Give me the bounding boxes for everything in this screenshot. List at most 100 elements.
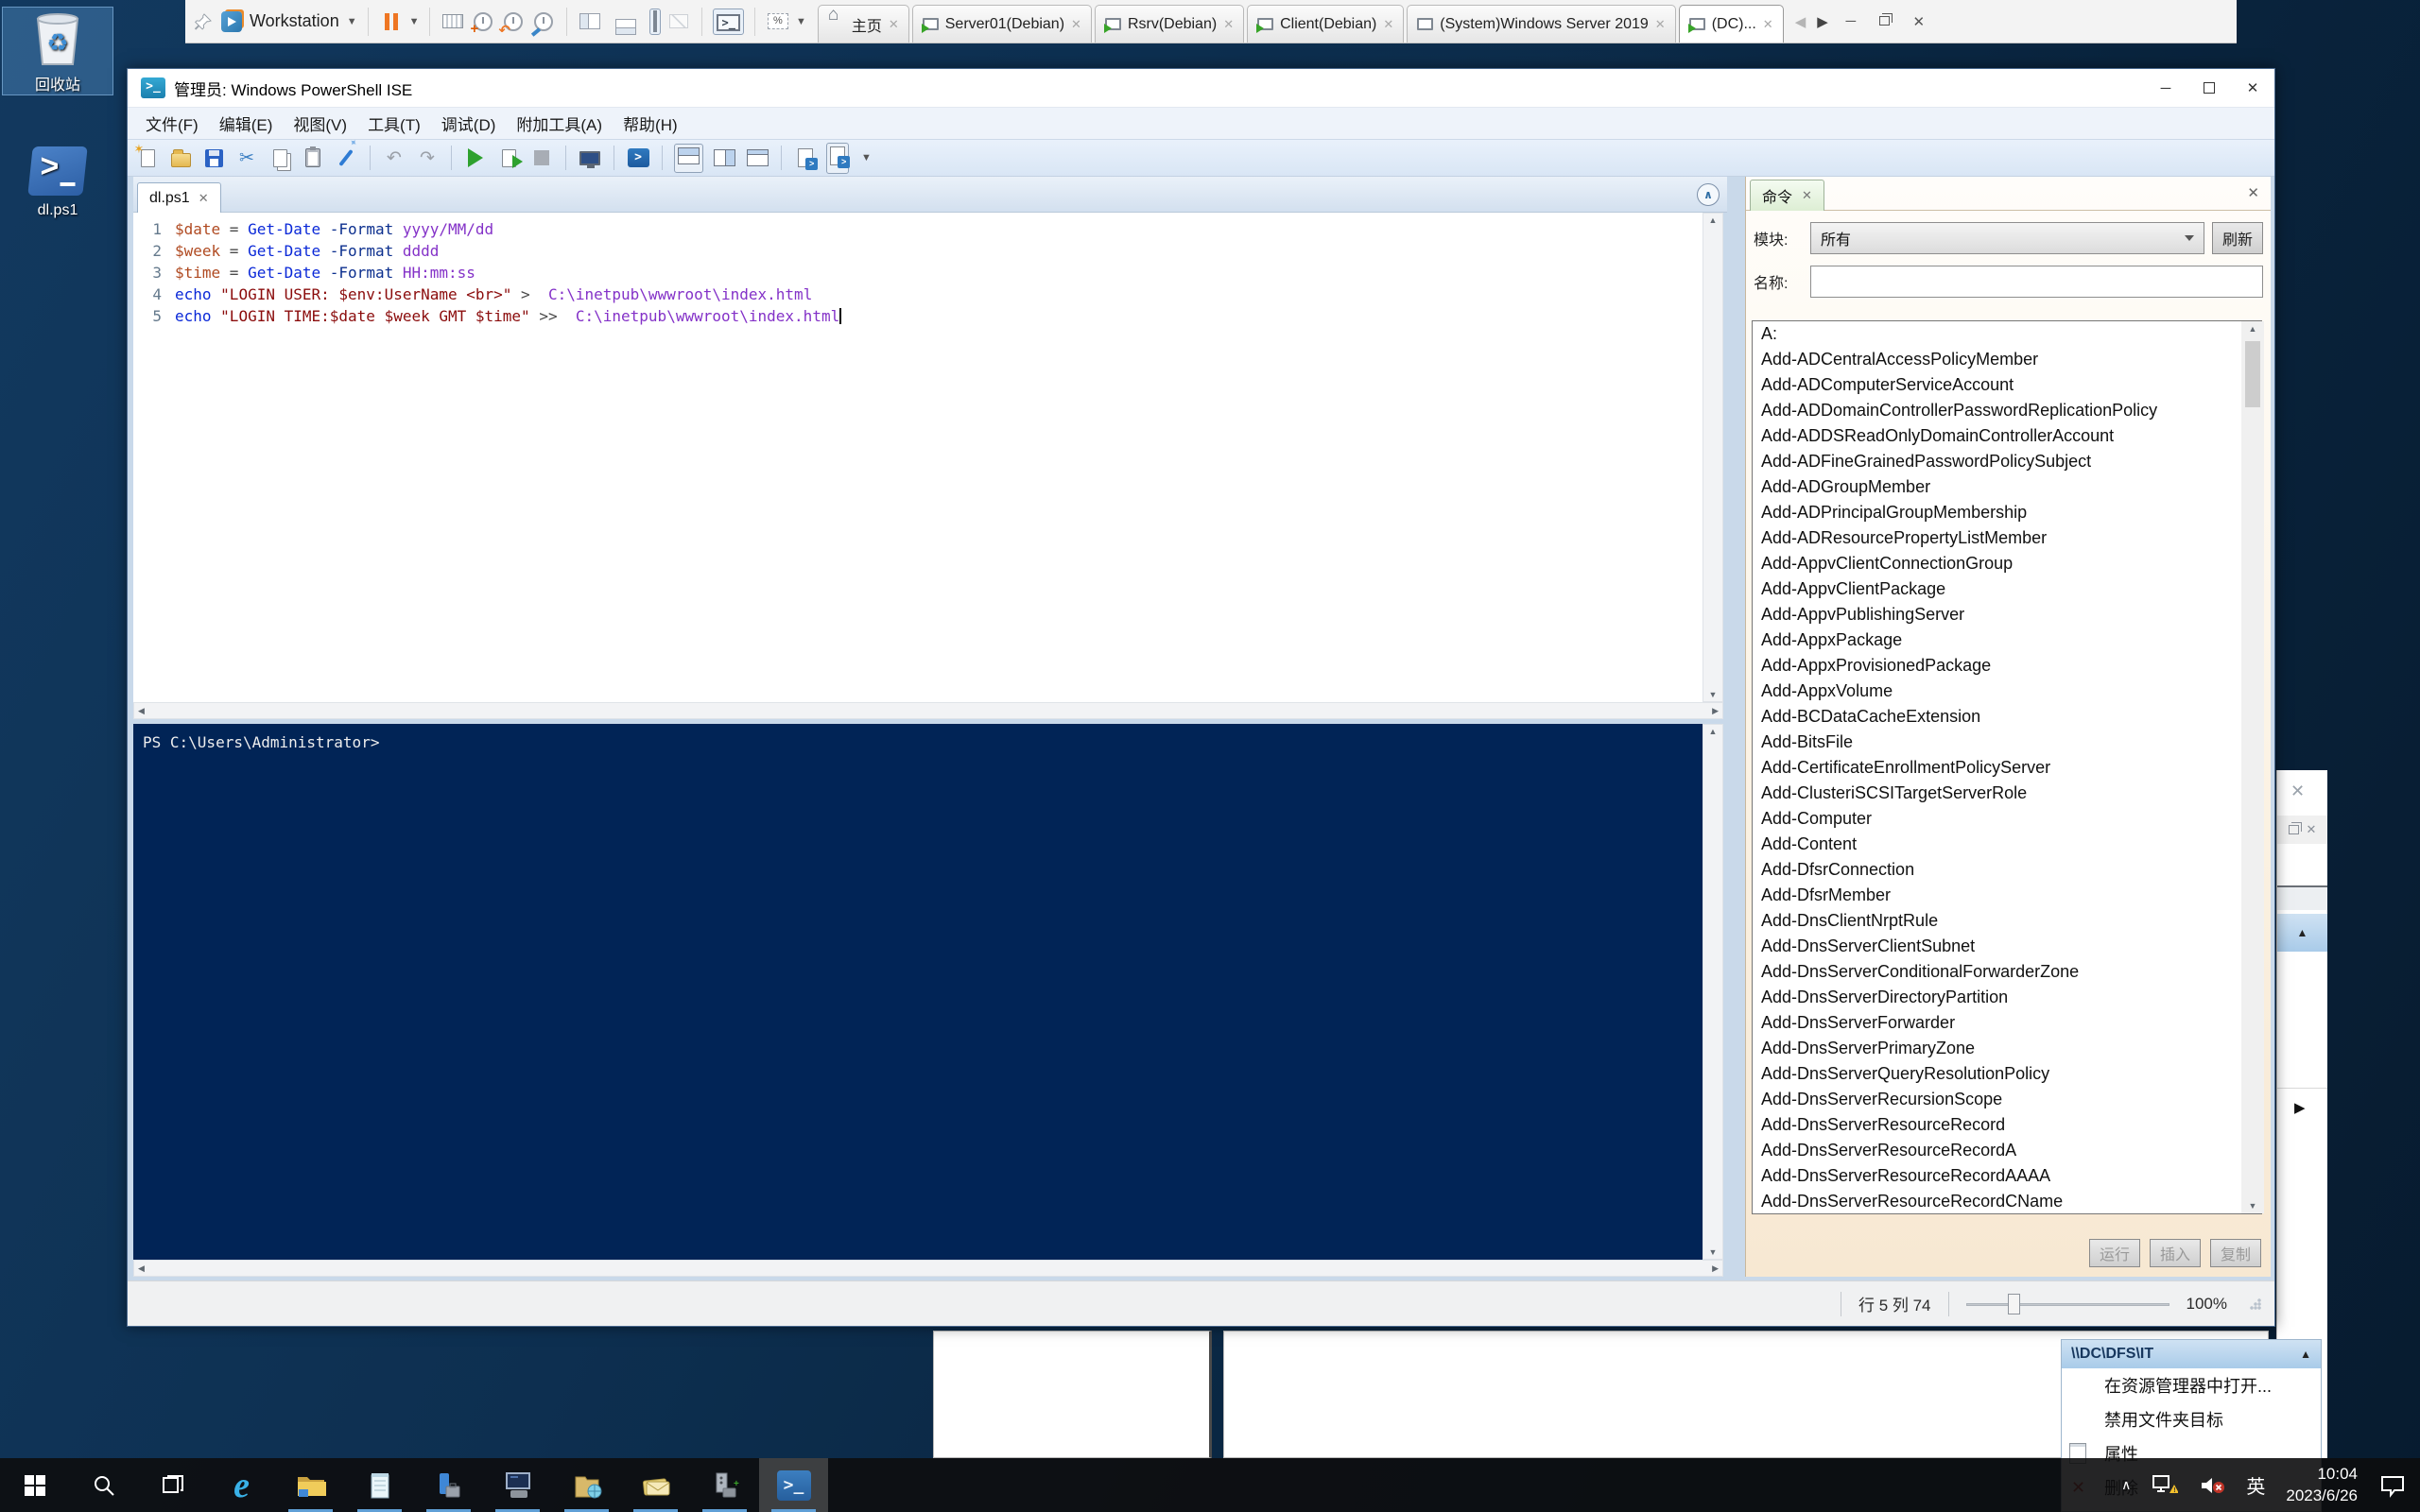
expand-right-icon[interactable]: ▶ — [2294, 1099, 2306, 1116]
close-tab-icon[interactable]: ✕ — [889, 17, 899, 32]
command-item[interactable]: A: — [1753, 321, 2261, 347]
command-item[interactable]: Add-DnsServerRecursionScope — [1753, 1087, 2261, 1112]
scroll-down-icon[interactable]: ▼ — [1709, 1247, 1718, 1257]
command-item[interactable]: Add-ClusteriSCSITargetServerRole — [1753, 781, 2261, 806]
command-item[interactable]: Add-DnsServerResourceRecordA — [1753, 1138, 2261, 1163]
menu-item[interactable]: 附加工具(A) — [506, 109, 613, 138]
scroll-left-icon[interactable]: ◀ — [138, 706, 145, 716]
script-pane-editor-button[interactable] — [793, 144, 818, 172]
vm-tab[interactable]: Client(Debian) ✕ — [1247, 5, 1404, 43]
vm-tab[interactable]: 主页 ✕ — [818, 5, 909, 43]
snapshot-manager-button[interactable] — [531, 8, 556, 36]
console-view-button[interactable]: >_ — [713, 9, 743, 35]
menu-item[interactable]: 帮助(H) — [613, 109, 688, 138]
fit-dropdown-icon[interactable]: ▼ — [796, 16, 806, 27]
send-ctrl-alt-del-button[interactable] — [441, 8, 465, 36]
show-library-button[interactable] — [578, 8, 602, 36]
title-bar[interactable]: >_ 管理员: Windows PowerShell ISE ─ ✕ — [128, 69, 2274, 107]
editor-vertical-scrollbar[interactable]: ▲▼ — [1703, 213, 1723, 702]
collapse-editor-button[interactable]: ∧ — [1697, 183, 1720, 206]
console-vertical-scrollbar[interactable]: ▲▼ — [1703, 724, 1723, 1260]
refresh-button[interactable]: 刷新 — [2212, 222, 2263, 254]
hyper-v-tool-button[interactable] — [414, 1458, 483, 1512]
minimize-button[interactable]: ─ — [2144, 70, 2187, 106]
fit-percent-button[interactable]: % — [766, 8, 790, 36]
zoom-slider[interactable] — [1966, 1293, 2169, 1315]
pause-vm-button[interactable] — [379, 8, 404, 36]
commands-tab[interactable]: 命令 ✕ — [1750, 180, 1824, 211]
script-pane-editor-maximized-button[interactable] — [826, 143, 849, 174]
search-button[interactable] — [69, 1458, 138, 1512]
close-tab-icon[interactable]: ✕ — [1763, 17, 1773, 32]
close-button[interactable]: ✕ — [2231, 70, 2274, 106]
collapse-up-icon[interactable]: ▲ — [2297, 926, 2308, 939]
command-item[interactable]: Add-ADResourcePropertyListMember — [1753, 525, 2261, 551]
command-item[interactable]: Add-DfsrConnection — [1753, 857, 2261, 883]
show-script-pane-right-button[interactable] — [712, 144, 736, 172]
clock[interactable]: 10:04 2023/6/26 — [2286, 1464, 2358, 1507]
scroll-right-icon[interactable]: ▶ — [1712, 706, 1719, 716]
toolbar-overflow-icon[interactable]: ▼ — [861, 152, 872, 163]
command-item[interactable]: Add-DnsServerDirectoryPartition — [1753, 985, 2261, 1010]
command-item[interactable]: Add-AppxProvisionedPackage — [1753, 653, 2261, 679]
dfs-action-open-in-explorer[interactable]: 在资源管理器中打开... — [2062, 1368, 2321, 1402]
name-filter-input[interactable] — [1810, 266, 2263, 298]
close-addon-pane-icon[interactable]: ✕ — [2247, 184, 2259, 201]
menu-item[interactable]: 编辑(E) — [209, 109, 284, 138]
desktop-icon-recycle-bin[interactable]: ♻ 回收站 — [3, 8, 112, 94]
internet-explorer-button[interactable]: e — [207, 1458, 276, 1512]
panel-header-strip[interactable]: ▲ — [2277, 914, 2327, 952]
notepad-button[interactable] — [345, 1458, 414, 1512]
close-icon[interactable]: ✕ — [2290, 782, 2305, 801]
command-item[interactable]: Add-DnsServerPrimaryZone — [1753, 1036, 2261, 1061]
vm-tab[interactable]: (DC)... ✕ — [1679, 5, 1784, 43]
file-explorer-button[interactable] — [276, 1458, 345, 1512]
copy-button[interactable] — [268, 144, 292, 172]
command-item[interactable]: Add-DfsrMember — [1753, 883, 2261, 908]
scrollbar-thumb[interactable] — [2245, 341, 2260, 407]
open-script-button[interactable] — [168, 144, 193, 172]
command-item[interactable]: Add-ADFineGrainedPasswordPolicySubject — [1753, 449, 2261, 474]
scroll-down-icon[interactable]: ▼ — [2249, 1201, 2257, 1211]
scroll-up-icon[interactable]: ▲ — [1709, 727, 1718, 736]
ime-indicator[interactable]: 英 — [2246, 1471, 2265, 1499]
restore-icon[interactable] — [2289, 825, 2299, 834]
command-item[interactable]: Add-BitsFile — [1753, 730, 2261, 755]
show-script-pane-top-button[interactable] — [674, 144, 703, 173]
scroll-left-icon[interactable]: ◀ — [138, 1263, 145, 1274]
close-tab-icon[interactable]: ✕ — [1383, 17, 1393, 32]
show-thumbnail-bar-button[interactable] — [608, 8, 644, 36]
zoom-slider-thumb[interactable] — [2008, 1294, 2020, 1314]
command-item[interactable]: Add-ADGroupMember — [1753, 474, 2261, 500]
revert-snapshot-button[interactable] — [501, 8, 526, 36]
menu-item[interactable]: 视图(V) — [283, 109, 357, 138]
mail-folder-button[interactable] — [621, 1458, 690, 1512]
show-script-pane-maximized-button[interactable] — [745, 144, 769, 172]
management-console-button[interactable] — [483, 1458, 552, 1512]
dfs-action-disable-folder-target[interactable]: 禁用文件夹目标 — [2062, 1402, 2321, 1436]
workstation-menu[interactable]: Workstation — [250, 11, 339, 31]
close-commands-tab-icon[interactable]: ✕ — [1802, 188, 1812, 203]
action-center-icon[interactable] — [2378, 1473, 2407, 1498]
take-snapshot-button[interactable] — [471, 8, 495, 36]
resize-grip[interactable] — [2250, 1298, 2261, 1310]
command-item[interactable]: Add-DnsServerForwarder — [1753, 1010, 2261, 1036]
command-item[interactable]: Add-ADComputerServiceAccount — [1753, 372, 2261, 398]
collapse-up-icon[interactable]: ▲ — [2300, 1348, 2311, 1361]
close-tab-icon[interactable]: ✕ — [1655, 17, 1666, 32]
start-button[interactable] — [0, 1458, 69, 1512]
command-item[interactable]: Add-Computer — [1753, 806, 2261, 832]
command-item[interactable]: Add-ADDSReadOnlyDomainControllerAccount — [1753, 423, 2261, 449]
dfs-panel-header[interactable]: \\DC\DFS\IT ▲ — [2062, 1340, 2321, 1368]
command-item[interactable]: Add-ADPrincipalGroupMembership — [1753, 500, 2261, 525]
close-script-icon[interactable]: ✕ — [199, 191, 209, 206]
command-item[interactable]: Add-DnsServerClientSubnet — [1753, 934, 2261, 959]
menu-item[interactable]: 工具(T) — [357, 109, 431, 138]
paste-button[interactable] — [301, 144, 325, 172]
new-remote-powershell-tab-button[interactable] — [578, 144, 602, 172]
menu-item[interactable]: 文件(F) — [135, 109, 209, 138]
volume-muted-icon[interactable] — [2199, 1474, 2225, 1497]
restore-button[interactable] — [1871, 13, 1899, 29]
start-powershell-button[interactable]: > — [626, 144, 650, 172]
command-item[interactable]: Add-DnsServerResourceRecordAAAA — [1753, 1163, 2261, 1189]
